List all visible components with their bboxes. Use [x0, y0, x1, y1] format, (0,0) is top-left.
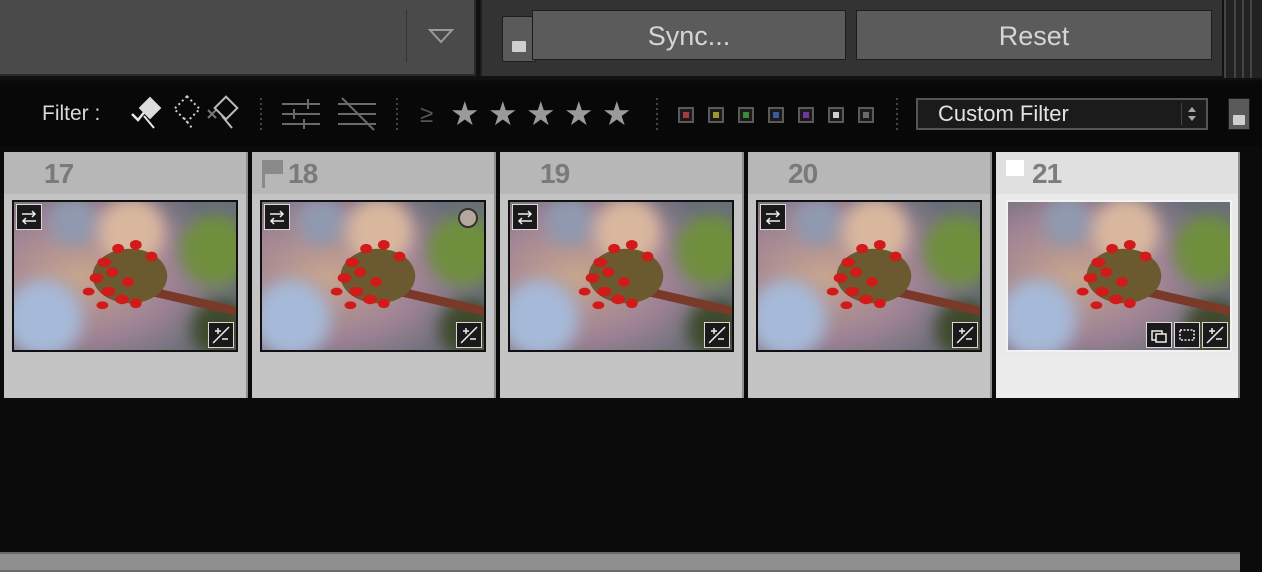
filmstrip: 17 18 19 20 21 — [0, 150, 1262, 572]
cell-index-number: 21 — [1032, 158, 1062, 189]
separator — [396, 98, 398, 132]
filmstrip-cell[interactable]: 21 — [996, 152, 1240, 398]
cell-footer — [996, 358, 1238, 398]
sync-icon[interactable] — [760, 204, 786, 230]
cell-footer — [4, 358, 246, 398]
color-label-filter[interactable] — [708, 107, 724, 123]
filter-preset-value: Custom Filter — [938, 101, 1069, 126]
auto-sync-toggle[interactable] — [502, 16, 536, 62]
rating-star-icon[interactable]: ★ — [488, 94, 518, 134]
circle-badge-icon[interactable] — [458, 208, 478, 228]
color-swatch — [773, 112, 779, 118]
filmstrip-cell[interactable]: 19 — [500, 152, 744, 398]
develop-adjust-icon[interactable] — [456, 322, 482, 348]
thumbnail-image — [510, 202, 732, 350]
flagged-filter-icon[interactable] — [128, 94, 166, 137]
color-label-filter[interactable] — [798, 107, 814, 123]
filter-preset-select[interactable]: Custom Filter — [916, 98, 1208, 130]
separator — [656, 98, 658, 132]
unflagged-filter-icon[interactable] — [170, 94, 206, 137]
chevron-down-icon[interactable] — [424, 22, 458, 50]
filter-label: Filter : — [42, 102, 101, 125]
divider — [406, 10, 407, 62]
sync-icon[interactable] — [512, 204, 538, 230]
toggle-knob — [1233, 115, 1245, 125]
sync-icon[interactable] — [264, 204, 290, 230]
sync-icon[interactable] — [16, 204, 42, 230]
rejected-filter-icon[interactable] — [206, 94, 242, 137]
toggle-knob — [512, 41, 526, 52]
filter-lock-toggle[interactable] — [1228, 98, 1250, 130]
color-label-filter[interactable] — [678, 107, 694, 123]
develop-adjust-icon[interactable] — [704, 322, 730, 348]
thumbnail-image — [758, 202, 980, 350]
develop-adjust-icon[interactable] — [952, 322, 978, 348]
thumbnail[interactable] — [260, 200, 486, 352]
color-swatch — [713, 112, 719, 118]
edited-filter-icon[interactable] — [280, 96, 322, 137]
cell-index-number: 18 — [288, 158, 318, 189]
cell-header — [500, 152, 742, 194]
thumbnail[interactable] — [756, 200, 982, 352]
rating-star-icon[interactable]: ★ — [526, 94, 556, 134]
separator — [260, 98, 262, 132]
color-swatch — [683, 112, 689, 118]
cell-index-number: 20 — [788, 158, 818, 189]
unedited-filter-icon[interactable] — [336, 96, 378, 137]
flag-icon[interactable] — [260, 158, 284, 190]
color-label-filter[interactable] — [768, 107, 784, 123]
select-arrows-icon — [1181, 103, 1202, 125]
flag-icon[interactable] — [1006, 160, 1024, 176]
separator — [896, 98, 898, 132]
color-swatch — [863, 112, 869, 118]
top-toolbar: Sync... Reset — [0, 0, 1262, 80]
thumbnail[interactable] — [508, 200, 734, 352]
crop-icon[interactable] — [1174, 322, 1200, 348]
rating-star-icon[interactable]: ★ — [564, 94, 594, 134]
color-label-filter[interactable] — [858, 107, 874, 123]
rating-operator[interactable]: ≥ — [420, 101, 433, 129]
rating-star-icon[interactable]: ★ — [602, 94, 632, 134]
cell-index-number: 19 — [540, 158, 570, 189]
filmstrip-cell[interactable]: 20 — [748, 152, 992, 398]
develop-adjust-icon[interactable] — [1202, 322, 1228, 348]
filmstrip-scrollbar[interactable] — [0, 552, 1240, 572]
cell-footer — [252, 358, 494, 398]
develop-adjust-icon[interactable] — [208, 322, 234, 348]
cell-index-number: 17 — [44, 158, 74, 189]
thumbnail-image — [262, 202, 484, 350]
rating-star-icon[interactable]: ★ — [450, 94, 480, 134]
reset-button[interactable]: Reset — [856, 10, 1212, 60]
thumbnail-image — [14, 202, 236, 350]
cell-header — [748, 152, 990, 194]
filmstrip-cell[interactable]: 18 — [252, 152, 496, 398]
filmstrip-cell[interactable]: 17 — [4, 152, 248, 398]
color-swatch — [743, 112, 749, 118]
color-swatch — [833, 112, 839, 118]
color-label-filter[interactable] — [828, 107, 844, 123]
cell-footer — [500, 358, 742, 398]
left-panel-footer — [0, 0, 476, 76]
filter-bar: Filter : ≥ ★ ★ ★ ★ ★ Custom Filter — [0, 84, 1262, 146]
thumbnail[interactable] — [1006, 200, 1232, 352]
right-panel-footer: Sync... Reset — [480, 0, 1222, 76]
color-label-filter[interactable] — [738, 107, 754, 123]
color-swatch — [803, 112, 809, 118]
thumbnail[interactable] — [12, 200, 238, 352]
cell-header — [4, 152, 246, 194]
collection-icon[interactable] — [1146, 322, 1172, 348]
cell-footer — [748, 358, 990, 398]
sync-button[interactable]: Sync... — [532, 10, 846, 60]
panel-edge — [1224, 0, 1262, 78]
